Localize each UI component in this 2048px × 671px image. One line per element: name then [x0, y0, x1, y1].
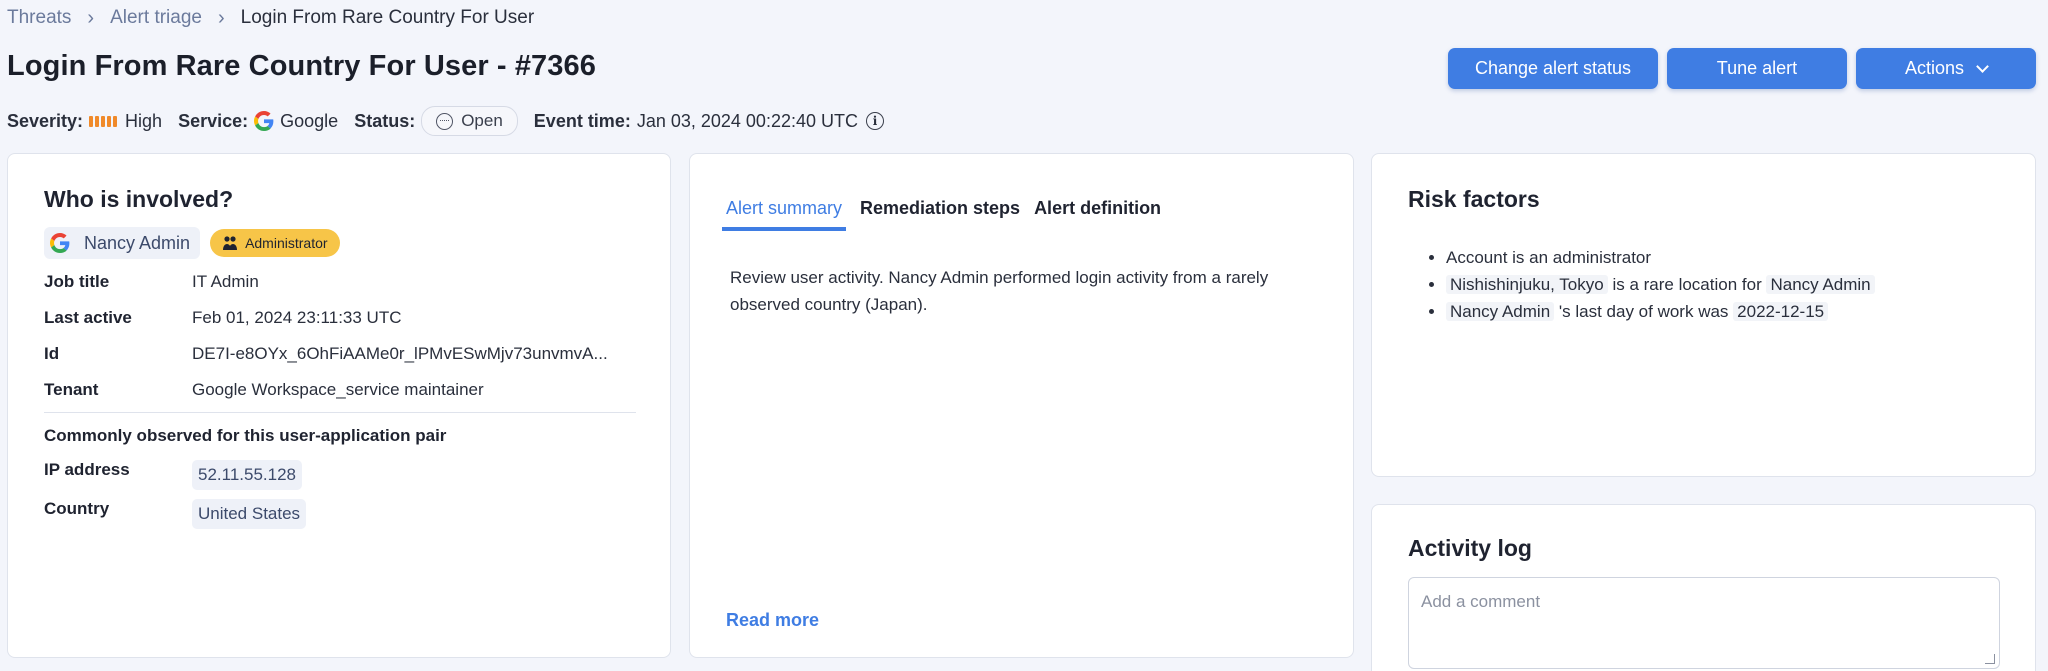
job-title-key: Job title [44, 272, 110, 291]
severity-bars-icon [89, 115, 118, 127]
breadcrumb: Threats › Alert triage › Login From Rare… [7, 5, 534, 31]
risk-factors-title: Risk factors [1408, 186, 1540, 212]
risk-user-tag: Nancy Admin [1446, 302, 1555, 321]
read-more-link[interactable]: Read more [726, 610, 819, 631]
risk-location-tag: Nishishinjuku, Tokyo [1446, 275, 1608, 294]
last-active-row: Last active Feb 01, 2024 23:11:33 UTC [44, 308, 402, 328]
summary-tabs: Alert summary Remediation steps Alert de… [722, 198, 1161, 231]
administrator-badge: Administrator [210, 229, 340, 257]
google-icon [50, 233, 70, 253]
chevron-down-icon [1976, 59, 1989, 73]
who-is-involved-card: Who is involved? Nancy Admin Administrat… [7, 153, 671, 658]
who-is-involved-title: Who is involved? [44, 186, 234, 212]
status-value: Open [461, 111, 503, 130]
info-icon[interactable]: i [865, 112, 884, 130]
user-chip[interactable]: Nancy Admin [44, 227, 201, 259]
tune-alert-button[interactable]: Tune alert [1667, 48, 1847, 89]
risk-user-tag: Nancy Admin [1766, 275, 1875, 294]
ip-address-key: IP address [44, 460, 130, 479]
activity-log-card: Activity log Add a comment [1371, 504, 2036, 671]
page-title: Login From Rare Country For User - #7366 [7, 50, 596, 82]
severity-value: High [125, 110, 163, 131]
id-row: Id DE7I-e8OYx_6OhFiAAMe0r_lPMvESwMjv73un… [44, 344, 608, 364]
admin-people-icon [223, 236, 238, 250]
risk-factors-card: Risk factors Account is an administrator… [1371, 153, 2036, 477]
ip-address-row: IP address 52.11.55.128 [44, 460, 302, 490]
tenant-row: Tenant Google Workspace_service maintain… [44, 380, 484, 400]
alert-summary-card: Alert summary Remediation steps Alert de… [689, 153, 1354, 658]
user-chip-row: Nancy Admin Administrator [44, 227, 340, 259]
tab-remediation-steps[interactable]: Remediation steps [860, 198, 1020, 231]
user-name: Nancy Admin [84, 232, 191, 253]
risk-factor-item: Nancy Admin 's last day of work was 2022… [1446, 298, 1875, 325]
risk-last-day-text: 's last day of work was [1554, 302, 1734, 321]
breadcrumb-current: Login From Rare Country For User [240, 7, 535, 28]
change-alert-status-button[interactable]: Change alert status [1448, 48, 1658, 89]
risk-date-tag: 2022-12-15 [1733, 302, 1829, 321]
country-row: Country United States [44, 499, 307, 529]
comment-placeholder: Add a comment [1421, 592, 1541, 611]
divider [44, 412, 636, 413]
id-key: Id [44, 344, 60, 363]
commonly-observed-title: Commonly observed for this user-applicat… [44, 426, 447, 445]
id-value: DE7I-e8OYx_6OhFiAAMe0r_lPMvESwMjv73unvmv… [192, 344, 608, 363]
status-label: Status: [354, 110, 416, 131]
severity-label: Severity: [7, 110, 84, 131]
risk-location-text: is a rare location for [1607, 275, 1767, 294]
last-active-key: Last active [44, 308, 132, 327]
chevron-right-icon: › [87, 6, 95, 29]
tab-alert-definition[interactable]: Alert definition [1034, 198, 1161, 231]
tab-alert-summary[interactable]: Alert summary [722, 198, 847, 231]
event-time-label: Event time: [533, 110, 631, 131]
severity-group: Severity: High [7, 111, 162, 132]
status-open-icon [436, 112, 454, 130]
tenant-value: Google Workspace_service maintainer [192, 380, 484, 399]
country-tag: United States [192, 499, 307, 529]
activity-log-title: Activity log [1408, 535, 1532, 561]
actions-label: Actions [1904, 58, 1965, 78]
risk-factors-list: Account is an administrator Nishishinjuk… [1428, 244, 1875, 325]
comment-input[interactable]: Add a comment [1408, 577, 2000, 669]
breadcrumb-threats[interactable]: Threats [7, 7, 71, 29]
actions-dropdown-button[interactable]: Actions [1856, 48, 2036, 89]
breadcrumb-alert-triage[interactable]: Alert triage [110, 7, 202, 29]
last-active-value: Feb 01, 2024 23:11:33 UTC [192, 308, 402, 327]
resize-grip-icon[interactable] [1985, 654, 1995, 664]
header-actions: Change alert status Tune alert Actions [1448, 48, 2036, 89]
status-badge: Open [421, 106, 518, 136]
event-time-group: Event time: Jan 03, 2024 00:22:40 UTC i [534, 111, 884, 132]
risk-factor-admin-text: Account is an administrator [1446, 248, 1652, 267]
service-value: Google [280, 110, 339, 131]
event-time-value: Jan 03, 2024 00:22:40 UTC [636, 110, 858, 131]
alert-summary-text: Review user activity. Nancy Admin perfor… [730, 268, 1269, 314]
risk-factor-item: Account is an administrator [1446, 244, 1875, 271]
tenant-key: Tenant [44, 380, 99, 399]
job-title-value: IT Admin [192, 272, 259, 291]
status-group: Status: Open [354, 106, 518, 136]
country-key: Country [44, 499, 110, 518]
alert-meta-row: Severity: High Service: Google Status: O… [7, 106, 900, 136]
google-icon [254, 111, 274, 131]
risk-factor-item: Nishishinjuku, Tokyo is a rare location … [1446, 271, 1875, 298]
job-title-row: Job title IT Admin [44, 272, 259, 292]
service-group: Service: Google [178, 111, 338, 132]
service-label: Service: [178, 110, 249, 131]
ip-address-tag: 52.11.55.128 [192, 460, 302, 490]
chevron-right-icon: › [217, 6, 225, 29]
administrator-badge-label: Administrator [245, 235, 328, 251]
